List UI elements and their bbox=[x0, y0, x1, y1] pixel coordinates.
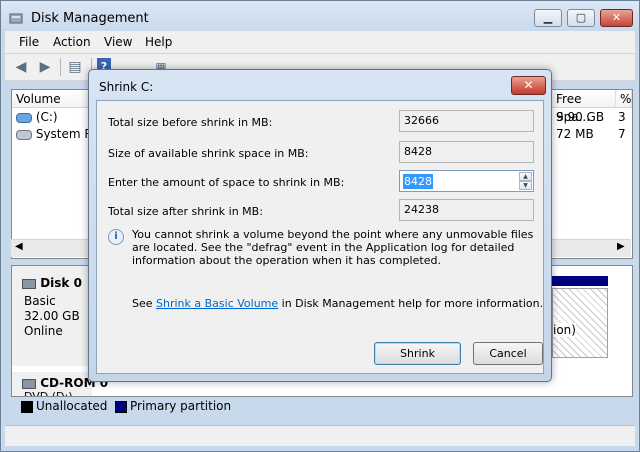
help-reference: See Shrink a Basic Volume in Disk Manage… bbox=[132, 297, 543, 310]
percent-free-value: 3 bbox=[618, 110, 626, 124]
cancel-button[interactable]: Cancel bbox=[473, 342, 543, 365]
column-percent-free[interactable]: % bbox=[616, 90, 632, 108]
partition-block-c[interactable]: ion) bbox=[552, 288, 608, 358]
drive-icon bbox=[16, 129, 32, 140]
available-space-label: Size of available shrink space in MB: bbox=[108, 147, 309, 160]
menu-help[interactable]: Help bbox=[145, 35, 172, 49]
shrink-dialog: Shrink C: ✕ Total size before shrink in … bbox=[88, 69, 552, 382]
spin-down-icon[interactable]: ▼ bbox=[519, 181, 532, 190]
menu-file[interactable]: File bbox=[19, 35, 39, 49]
disk-0-label[interactable]: Disk 0 Basic 32.00 GB Online bbox=[12, 266, 93, 366]
disk-0-type: Basic bbox=[24, 294, 56, 308]
partition-header-bar bbox=[552, 276, 608, 286]
cdrom-sub: DVD (D:) bbox=[24, 390, 73, 396]
total-after-label: Total size after shrink in MB: bbox=[108, 205, 263, 218]
dialog-body: Total size before shrink in MB: 32666 Si… bbox=[96, 100, 544, 374]
legend-unallocated: Unallocated bbox=[36, 399, 108, 413]
console-tree-icon[interactable]: ▤ bbox=[65, 58, 85, 76]
disk-icon bbox=[22, 278, 36, 289]
shrink-amount-input[interactable]: 8428 ▲ ▼ bbox=[399, 170, 534, 192]
spin-up-icon[interactable]: ▲ bbox=[519, 172, 532, 181]
close-window-button[interactable]: ✕ bbox=[600, 9, 633, 27]
shrink-button[interactable]: Shrink bbox=[374, 342, 461, 365]
forward-arrow-icon[interactable]: ▶ bbox=[35, 58, 55, 76]
dialog-close-button[interactable]: ✕ bbox=[511, 76, 546, 95]
legend: Unallocated Primary partition bbox=[11, 397, 631, 417]
disk-management-icon bbox=[9, 13, 23, 24]
cdrom-label[interactable]: CD-ROM 0 DVD (D:) bbox=[12, 372, 108, 396]
total-before-label: Total size before shrink in MB: bbox=[108, 116, 273, 129]
help-link[interactable]: Shrink a Basic Volume bbox=[156, 297, 278, 310]
info-message: You cannot shrink a volume beyond the po… bbox=[132, 228, 534, 267]
status-bar bbox=[5, 425, 635, 446]
dialog-title: Shrink C: bbox=[99, 80, 154, 94]
percent-free-value: 7 bbox=[618, 127, 626, 141]
help-suffix: in Disk Management help for more informa… bbox=[278, 297, 544, 310]
drive-icon bbox=[16, 112, 32, 123]
available-space-field: 8428 bbox=[399, 141, 534, 163]
maximize-button[interactable]: ▢ bbox=[567, 9, 595, 27]
total-before-field: 32666 bbox=[399, 110, 534, 132]
partition-label-fragment: ion) bbox=[553, 323, 576, 337]
disk-0-status: Online bbox=[24, 324, 63, 338]
shrink-amount-label: Enter the amount of space to shrink in M… bbox=[108, 176, 345, 189]
disk-0-name: Disk 0 bbox=[22, 276, 82, 290]
minimize-button[interactable]: ▁ bbox=[534, 9, 562, 27]
volume-name: (C:) bbox=[35, 110, 58, 124]
info-icon: i bbox=[108, 229, 124, 245]
help-prefix: See bbox=[132, 297, 157, 310]
toolbar-separator bbox=[60, 58, 61, 76]
free-space-value: 9.90 GB bbox=[556, 110, 605, 124]
free-space-value: 72 MB bbox=[556, 127, 594, 141]
legend-primary-partition: Primary partition bbox=[130, 399, 232, 413]
shrink-amount-value[interactable]: 8428 bbox=[403, 174, 433, 189]
primary-partition-swatch bbox=[115, 401, 127, 413]
menu-bar: File Action View Help bbox=[5, 31, 635, 53]
scroll-right-icon[interactable]: ▶ bbox=[617, 241, 625, 252]
total-after-field: 24238 bbox=[399, 199, 534, 221]
window-title: Disk Management bbox=[31, 11, 149, 26]
back-arrow-icon[interactable]: ◀ bbox=[11, 58, 31, 76]
close-icon: ✕ bbox=[523, 78, 534, 92]
cd-drive-icon bbox=[22, 378, 36, 389]
menu-view[interactable]: View bbox=[104, 35, 132, 49]
column-free-space[interactable]: Free Spa... bbox=[552, 90, 616, 124]
disk-0-name-text: Disk 0 bbox=[40, 276, 82, 290]
unallocated-swatch bbox=[21, 401, 33, 413]
volume-row[interactable]: (C:) bbox=[16, 110, 58, 124]
disk-0-size: 32.00 GB bbox=[24, 309, 80, 323]
menu-action[interactable]: Action bbox=[53, 35, 91, 49]
scroll-left-icon[interactable]: ◀ bbox=[15, 241, 23, 252]
